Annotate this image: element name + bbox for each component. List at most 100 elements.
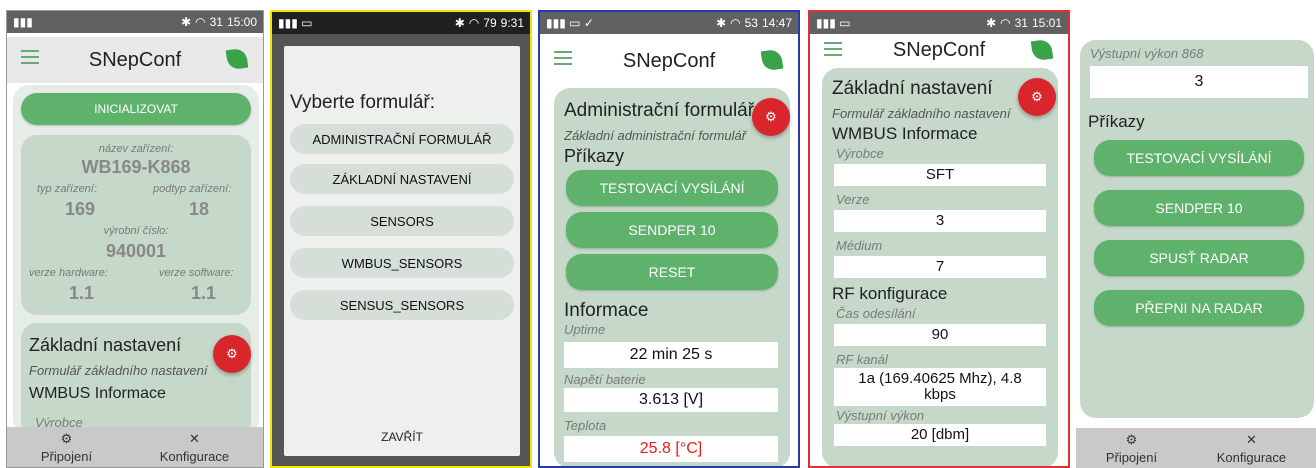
clock: 9:31 xyxy=(500,16,524,30)
screen-device-info: ▮▮▮ ✱ ◠ 31 15:00 SNepConf INICIALIZOVAT náz… xyxy=(6,10,264,468)
commands-title: Příkazy xyxy=(564,146,625,166)
tools-icon: ✕ xyxy=(189,430,200,446)
subtype-label: podtyp zařízení: xyxy=(153,183,232,195)
wifi-icon: ◠ xyxy=(1000,16,1011,30)
power868-label: Výstupní výkon 868 xyxy=(1090,46,1204,61)
screen-basic-settings: ▮▮▮ ▭ ✱ ◠ 31 15:01 SNepConf Základní nastav… xyxy=(808,10,1070,468)
close-button[interactable]: ZAVŘÍT xyxy=(284,430,520,444)
app-title: SNepConf xyxy=(88,48,182,71)
temperature-value: 25.8 [°C] xyxy=(564,436,778,462)
device-name-label: název zařízení: xyxy=(98,143,174,155)
app-bar: SNepConf xyxy=(540,38,798,84)
power-label: Výstupní výkon xyxy=(836,408,925,423)
screen-admin-form: ▮▮▮ ▭ ✓ ✱ ◠ 53 14:47 SNepConf Administrační… xyxy=(538,10,800,468)
gears-icon: ⚙ xyxy=(60,430,73,446)
nav-connection-label: Připojení xyxy=(40,448,93,464)
option-sensus-sensors[interactable]: SENSUS_SENSORS xyxy=(290,290,514,320)
menu-icon[interactable] xyxy=(554,51,572,65)
admin-title: Administrační formulář xyxy=(564,100,754,121)
power868-field[interactable]: 3 xyxy=(1090,66,1308,98)
start-radar-button[interactable]: SPUSŤ RADAR xyxy=(1094,240,1304,276)
rf-channel-select[interactable]: 1a (169.40625 Mhz), 4.8 kbps xyxy=(834,368,1046,406)
app-title: SNepConf xyxy=(892,38,986,61)
bottom-nav: ⚙ Připojení ✕ Konfigurace xyxy=(1076,428,1316,468)
status-bar: ▮▮▮ ▭ ✱ ◠ 79 9:31 xyxy=(272,12,530,34)
dialog-title: Vyberte formulář: xyxy=(290,92,436,113)
screen-form-picker: ▮▮▮ ▭ ✱ ◠ 79 9:31 Vyberte formulář: ADMINIS… xyxy=(270,10,532,468)
settings-fab-icon[interactable]: ⚙ xyxy=(1018,78,1056,116)
basic-subtitle: Formulář základního nastavení xyxy=(29,363,208,378)
option-wmbus-sensors[interactable]: WMBUS_SENSORS xyxy=(290,248,514,278)
signal-icon: ▮▮▮ xyxy=(13,15,33,29)
uptime-value: 22 min 25 s xyxy=(564,342,778,368)
temperature-label: Teplota xyxy=(564,418,607,433)
test-broadcast-button[interactable]: TESTOVACÍ VYSÍLÁNÍ xyxy=(1094,140,1304,176)
power-field[interactable]: 20 [dbm] xyxy=(834,424,1046,446)
basic-title: Základní nastavení xyxy=(29,335,182,355)
wmbus-title: WMBUS Informace xyxy=(29,385,166,402)
menu-icon[interactable] xyxy=(21,50,39,64)
version-field[interactable]: 3 xyxy=(834,210,1046,232)
nav-config[interactable]: ✕ Konfigurace xyxy=(160,431,229,464)
status-bar: ▮▮▮ ▭ ✱ ◠ 31 15:01 xyxy=(810,12,1068,34)
basic-subtitle: Formulář základního nastavení xyxy=(832,106,1011,121)
battery-icon: 31 xyxy=(209,15,223,29)
serial-label: výrobní číslo: xyxy=(103,225,169,237)
nav-connection-label: Připojení xyxy=(1105,449,1158,465)
commands-title: Příkazy xyxy=(1088,112,1145,131)
signal-icon: ▮▮▮ ▭ xyxy=(816,16,851,30)
status-bar: ▮▮▮ ✱ ◠ 31 15:00 xyxy=(7,11,263,33)
wmbus-title: WMBUS Informace xyxy=(832,124,978,143)
tools-icon: ✕ xyxy=(1246,431,1257,447)
version-label: Verze xyxy=(836,192,870,207)
send-time-field[interactable]: 90 xyxy=(834,324,1046,346)
bluetooth-icon: ✱ xyxy=(454,16,465,30)
hw-version: 1.1 xyxy=(69,283,95,303)
nav-config[interactable]: ✕ Konfigurace xyxy=(1217,432,1286,465)
settings-fab-icon[interactable]: ⚙ xyxy=(752,98,790,136)
battery-icon: 79 xyxy=(483,16,497,30)
device-subtype: 18 xyxy=(189,199,210,219)
maker-label: Výrobce xyxy=(836,146,884,161)
wifi-icon: ◠ xyxy=(730,16,741,30)
bluetooth-icon: ✱ xyxy=(181,15,192,29)
commands-card: Výstupní výkon 868 3 Příkazy TESTOVACÍ V… xyxy=(1080,40,1314,418)
clock: 14:47 xyxy=(761,16,792,30)
maker-field[interactable]: SFT xyxy=(834,164,1046,186)
wifi-icon: ◠ xyxy=(468,16,480,30)
option-basic-settings[interactable]: ZÁKLADNÍ NASTAVENÍ xyxy=(290,164,514,194)
basic-card: Základní nastavení Formulář základního n… xyxy=(822,68,1058,466)
admin-subtitle: Základní administrační formulář xyxy=(564,128,747,143)
wifi-icon: ◠ xyxy=(195,15,206,29)
rf-title: RF konfigurace xyxy=(832,284,948,303)
battery-value: 3.613 [V] xyxy=(564,388,778,412)
switch-radar-button[interactable]: PŘEPNI NA RADAR xyxy=(1094,290,1304,326)
menu-icon[interactable] xyxy=(824,42,842,56)
test-broadcast-button[interactable]: TESTOVACÍ VYSÍLÁNÍ xyxy=(566,170,778,206)
sendper-button[interactable]: SENDPER 10 xyxy=(1094,190,1304,226)
leaf-icon xyxy=(760,48,784,72)
bluetooth-icon: ✱ xyxy=(716,16,727,30)
device-info-card: název zařízení: WB169-K868 typ zařízení:… xyxy=(21,135,251,315)
signal-icon: ▮▮▮ ▭ ✓ xyxy=(546,16,594,30)
uptime-label: Uptime xyxy=(564,322,606,337)
option-sensors[interactable]: SENSORS xyxy=(290,206,514,236)
form-dialog: Vyberte formulář: ADMINISTRAČNÍ FORMULÁŘ… xyxy=(284,46,520,456)
option-admin-form[interactable]: ADMINISTRAČNÍ FORMULÁŘ xyxy=(290,124,514,154)
sendper-button[interactable]: SENDPER 10 xyxy=(566,212,778,248)
leaf-icon xyxy=(225,47,249,71)
settings-fab-icon[interactable]: ⚙ xyxy=(213,335,251,373)
reset-button[interactable]: RESET xyxy=(566,254,778,290)
gears-icon: ⚙ xyxy=(1125,431,1138,447)
admin-card: Administrační formulář Základní administ… xyxy=(554,88,790,466)
bottom-nav: ⚙ Připojení ✕ Konfigurace xyxy=(7,427,263,467)
nav-connection[interactable]: ⚙ Připojení xyxy=(41,431,92,464)
battery-icon: 53 xyxy=(744,16,758,30)
app-bar: SNepConf xyxy=(810,32,1068,68)
init-button[interactable]: INICIALIZOVAT xyxy=(21,93,251,125)
rf-channel-label: RF kanál xyxy=(836,352,888,367)
nav-connection[interactable]: ⚙ Připojení xyxy=(1106,432,1157,465)
signal-icon: ▮▮▮ ▭ xyxy=(278,16,313,30)
battery-label: Napětí baterie xyxy=(564,372,646,387)
medium-field[interactable]: 7 xyxy=(834,256,1046,278)
